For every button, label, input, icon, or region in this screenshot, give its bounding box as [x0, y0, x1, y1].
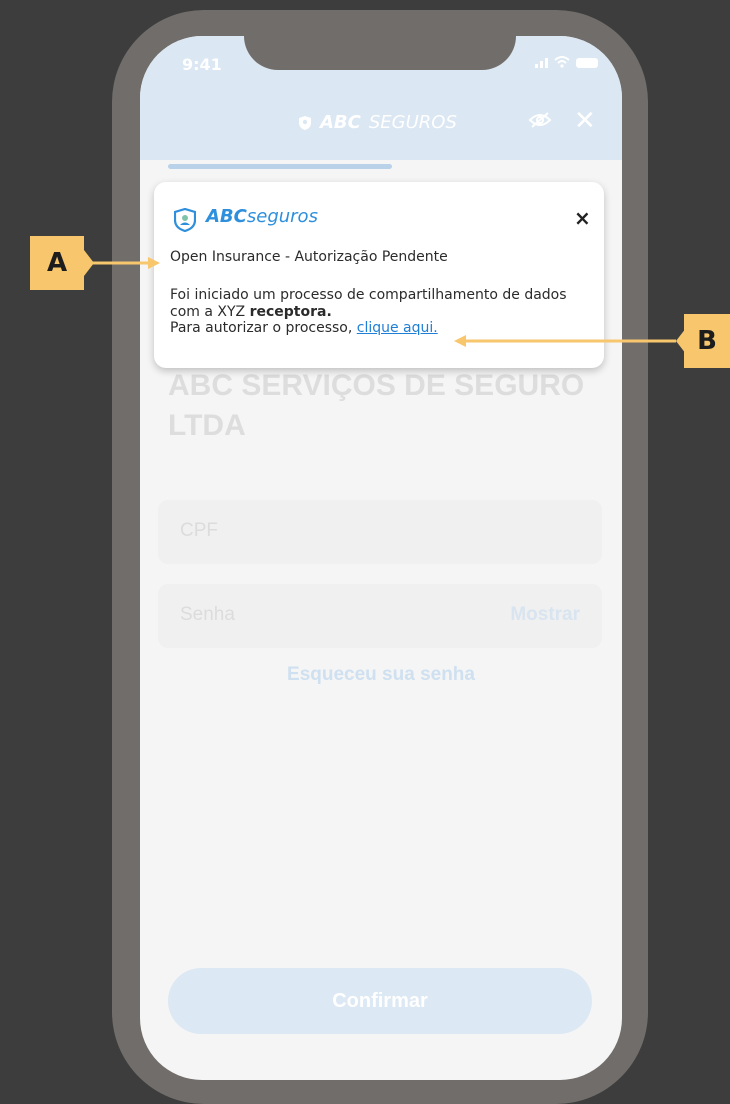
notification-close-icon[interactable]: ×: [574, 206, 591, 230]
annotation-b-arrow: [454, 328, 686, 354]
header-brand: ABC SEGUROS: [298, 112, 457, 133]
annotation-b-label: B: [697, 326, 717, 356]
cpf-placeholder: CPF: [180, 520, 218, 541]
shield-icon: [299, 115, 311, 130]
annotation-b: B: [684, 314, 730, 368]
forgot-password-link[interactable]: Esqueceu sua senha: [140, 664, 622, 686]
battery-icon: [576, 58, 598, 68]
shield-logo-icon: [174, 208, 196, 232]
password-placeholder: Senha: [180, 604, 235, 625]
authorize-link[interactable]: clique aqui.: [357, 320, 438, 336]
status-time: 9:41: [182, 55, 222, 74]
page-title: ABC SERVIÇOS DE SEGURO LTDA: [168, 369, 585, 442]
header-brand-bold: ABC: [320, 112, 361, 133]
password-field[interactable]: Senha Mostrar: [158, 584, 602, 648]
header-brand-light: SEGUROS: [368, 112, 457, 133]
notification-body-line2-bold: receptora.: [249, 303, 332, 320]
confirm-button[interactable]: Confirmar: [168, 968, 592, 1034]
phone-notch: [244, 36, 516, 70]
signal-icon: [535, 58, 548, 68]
status-icons: [535, 56, 598, 68]
annotation-a-label: A: [46, 248, 68, 278]
notification-brand-bold: ABC: [206, 206, 247, 227]
annotation-a-arrow: [84, 250, 160, 276]
progress-bar: [168, 164, 392, 169]
close-icon[interactable]: ✕: [574, 106, 596, 136]
notification-body-line2: com a XYZ receptora.: [170, 304, 600, 321]
notification-body-line3-text: Para autorizar o processo,: [170, 320, 357, 336]
show-password-button[interactable]: Mostrar: [510, 604, 580, 626]
notification-brand: ABCseguros: [206, 206, 318, 227]
notification-body-line1: Foi iniciado um processo de compartilham…: [170, 287, 567, 303]
annotation-a: A: [30, 236, 84, 290]
eye-slash-icon[interactable]: [528, 112, 552, 128]
cpf-field[interactable]: CPF: [158, 500, 602, 564]
notification-body-line2-text: com a XYZ: [170, 303, 250, 320]
notification-subject: Open Insurance - Autorização Pendente: [170, 249, 448, 265]
wifi-icon: [554, 56, 570, 68]
notification-brand-light: seguros: [246, 206, 318, 227]
